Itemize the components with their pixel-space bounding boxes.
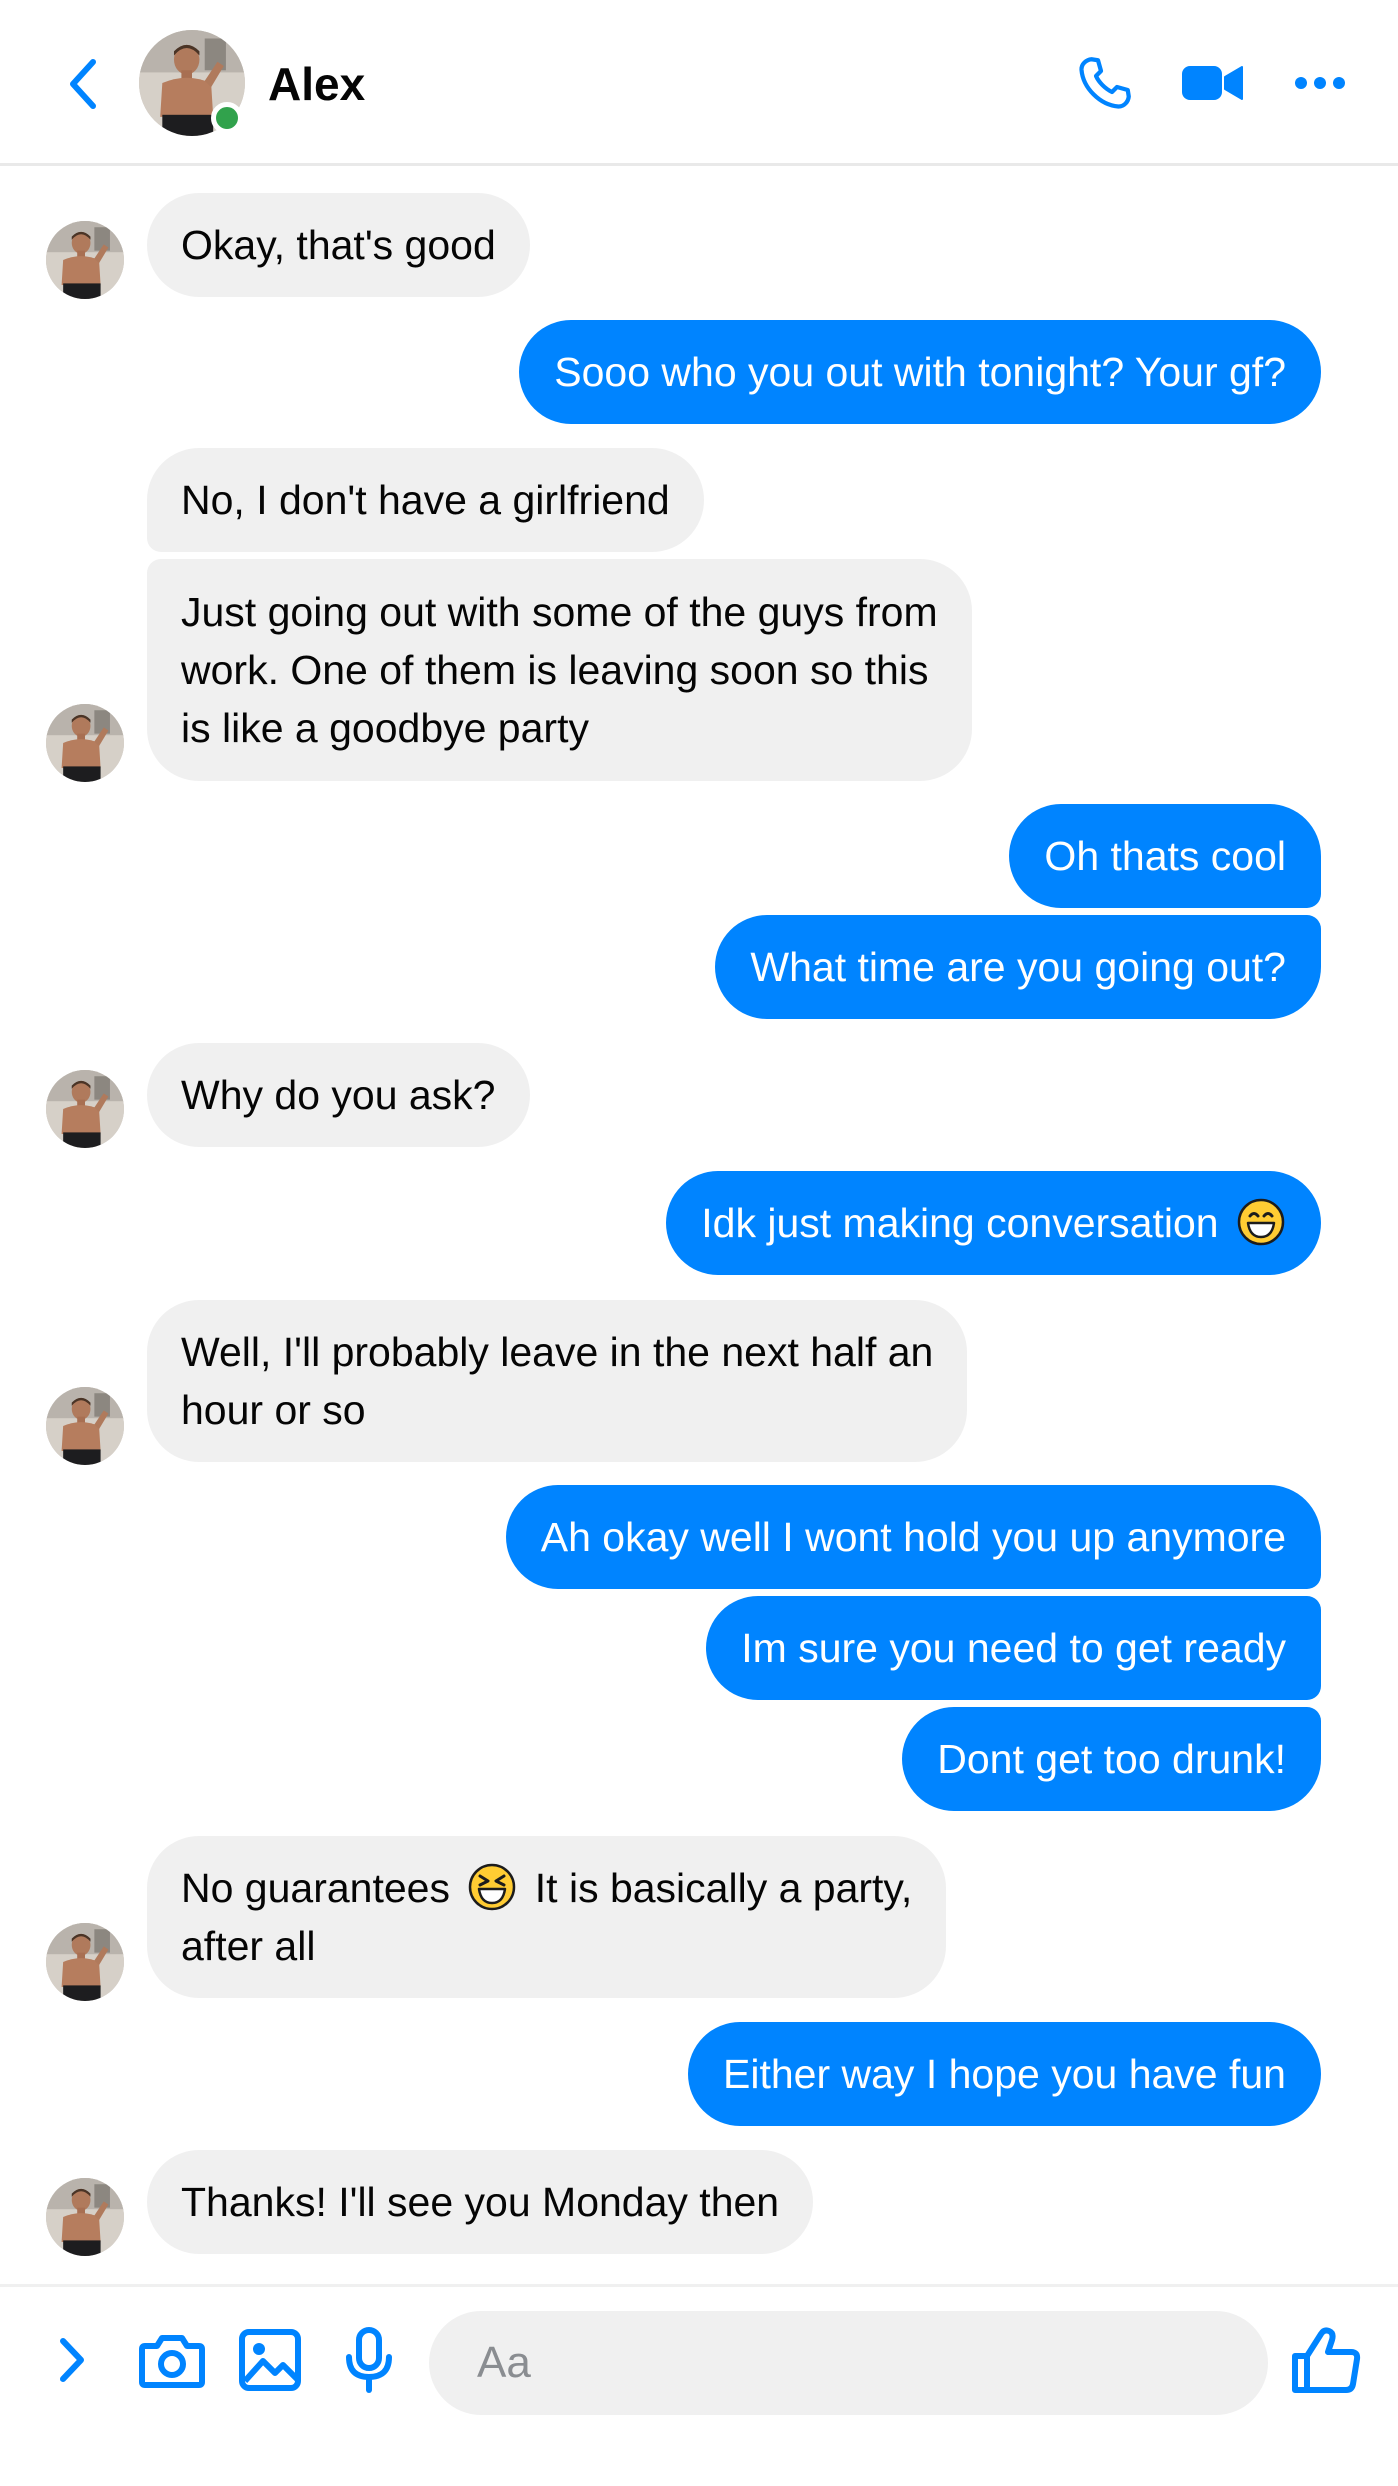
message-outgoing[interactable]: Im sure you need to get ready <box>706 1596 1321 1700</box>
grinning-face-icon <box>1237 1198 1285 1246</box>
message-input[interactable] <box>429 2311 1268 2415</box>
contact-avatar-small[interactable] <box>46 2178 124 2256</box>
thumbs-up-icon[interactable] <box>1290 2322 1362 2398</box>
message-text: Idk just making conversation <box>701 1200 1219 1246</box>
contact-avatar-small[interactable] <box>46 221 124 299</box>
online-status-dot <box>211 102 243 134</box>
gallery-icon[interactable] <box>238 2322 302 2398</box>
message-incoming[interactable]: Thanks! I'll see you Monday then <box>147 2150 814 2254</box>
contact-name[interactable]: Alex <box>268 56 365 112</box>
message-outgoing[interactable]: Idk just making conversation <box>666 1171 1321 1275</box>
message-line: Just going out with some of the guys fro… <box>181 589 938 635</box>
phone-icon[interactable] <box>1070 50 1140 116</box>
laughing-squinting-face-icon <box>469 1863 516 1911</box>
more-options-icon[interactable] <box>1292 50 1348 116</box>
message-line: hour or so <box>181 1387 366 1433</box>
message-outgoing[interactable]: Ah okay well I wont hold you up anymore <box>505 1485 1321 1589</box>
message-incoming[interactable]: No guarantees It is basically a party, a… <box>147 1836 947 1998</box>
message-outgoing[interactable]: Either way I hope you have fun <box>688 2022 1321 2126</box>
microphone-icon[interactable] <box>342 2322 396 2398</box>
message-line: after all <box>181 1923 316 1969</box>
contact-avatar-small[interactable] <box>46 1387 124 1465</box>
message-outgoing[interactable]: Sooo who you out with tonight? Your gf? <box>519 320 1321 424</box>
camera-icon[interactable] <box>137 2322 207 2398</box>
message-incoming[interactable]: Okay, that's good <box>147 193 530 297</box>
message-incoming[interactable]: No, I don't have a girlfriend <box>147 448 704 552</box>
message-incoming[interactable]: Why do you ask? <box>147 1043 530 1147</box>
message-text: It is basically a party, <box>534 1865 913 1911</box>
conversation-header: Alex <box>0 0 1398 166</box>
video-camera-icon[interactable] <box>1180 50 1246 116</box>
message-incoming[interactable]: Just going out with some of the guys fro… <box>147 559 972 781</box>
message-line: is like a goodbye party <box>181 705 589 751</box>
back-chevron-icon[interactable] <box>55 52 109 116</box>
message-incoming[interactable]: Well, I'll probably leave in the next ha… <box>147 1300 968 1462</box>
message-line: Well, I'll probably leave in the next ha… <box>181 1329 934 1375</box>
contact-avatar-small[interactable] <box>46 704 124 782</box>
message-line: work. One of them is leaving soon so thi… <box>181 647 929 693</box>
expand-chevron-icon[interactable] <box>50 2322 94 2398</box>
message-outgoing[interactable]: What time are you going out? <box>715 915 1321 1019</box>
contact-avatar-small[interactable] <box>46 1070 124 1148</box>
message-line: No guarantees It is basically a party, <box>181 1859 912 1917</box>
message-text: No guarantees <box>181 1865 450 1911</box>
contact-avatar-small[interactable] <box>46 1923 124 2001</box>
message-outgoing[interactable]: Oh thats cool <box>1009 804 1321 908</box>
message-outgoing[interactable]: Dont get too drunk! <box>902 1707 1321 1811</box>
